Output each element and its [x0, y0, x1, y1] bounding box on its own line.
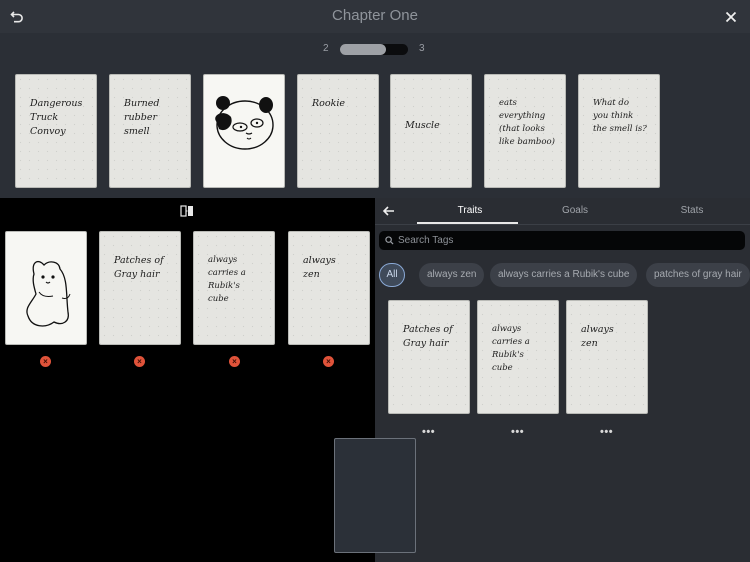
close-icon	[725, 11, 737, 23]
remove-icon: ×	[137, 356, 142, 366]
top-card[interactable]: Rookie	[297, 74, 379, 188]
tags-panel: Traits Goals Stats All always zen always…	[375, 198, 750, 562]
card-text: Muscle	[405, 120, 440, 131]
chip-gray-hair[interactable]: patches of gray hair	[646, 263, 750, 287]
card-text: What do you think the smell is?	[593, 98, 647, 134]
card-text: always zen	[303, 255, 336, 280]
selected-card[interactable]	[5, 231, 87, 345]
more-options-button[interactable]: •••	[511, 427, 524, 438]
selected-card[interactable]: Patches of Gray hair	[99, 231, 181, 345]
swap-icon[interactable]	[180, 205, 194, 217]
top-card[interactable]: eats everything (that looks like bamboo)	[484, 74, 566, 188]
pager-current: 2	[323, 43, 329, 54]
divider	[375, 224, 750, 225]
trait-card[interactable]: Patches of Gray hair	[388, 300, 470, 414]
tab-stats[interactable]: Stats	[647, 205, 737, 217]
title-bar: Chapter One	[0, 0, 750, 33]
panel-tabs: Traits Goals Stats	[375, 198, 750, 224]
trait-card[interactable]: always zen	[566, 300, 648, 414]
card-text: eats everything (that looks like bamboo)	[499, 98, 555, 147]
seal-drawing-icon	[26, 260, 71, 327]
top-card[interactable]: What do you think the smell is?	[578, 74, 660, 188]
chip-rubiks-cube[interactable]: always carries a Rubik's cube	[490, 263, 638, 287]
remove-card-button[interactable]: ×	[134, 356, 145, 367]
top-area: Chapter One 2 3 Dangerous Truck Convoy B…	[0, 0, 750, 198]
remove-icon: ×	[232, 356, 237, 366]
card-text: Rookie	[312, 98, 346, 109]
page-title: Chapter One	[332, 7, 418, 24]
more-options-button[interactable]: •••	[422, 427, 435, 438]
remove-card-button[interactable]: ×	[323, 356, 334, 367]
top-card[interactable]: Muscle	[390, 74, 472, 188]
remove-icon: ×	[326, 356, 331, 366]
tab-traits[interactable]: Traits	[422, 205, 518, 217]
close-button[interactable]	[720, 6, 742, 28]
card-text: always carries a Rubik's cube	[208, 255, 246, 304]
card-text: always zen	[581, 324, 614, 349]
remove-card-button[interactable]: ×	[229, 356, 240, 367]
selected-card[interactable]: always carries a Rubik's cube	[193, 231, 275, 345]
card-text: Patches of Gray hair	[114, 255, 164, 280]
top-card[interactable]: Dangerous Truck Convoy	[15, 74, 97, 188]
chip-all[interactable]: All	[379, 263, 405, 287]
tab-goals[interactable]: Goals	[530, 205, 620, 217]
search-input[interactable]	[398, 235, 728, 246]
chip-always-zen[interactable]: always zen	[419, 263, 485, 287]
dragged-card-slot[interactable]	[334, 438, 416, 553]
page-progress[interactable]: 2 3	[318, 42, 432, 56]
pager-fill	[340, 44, 386, 55]
arrow-left-icon[interactable]	[381, 203, 397, 219]
top-card[interactable]: Burned rubber smell	[109, 74, 191, 188]
selected-card[interactable]: always zen	[288, 231, 370, 345]
pager-track[interactable]	[340, 44, 408, 55]
card-text: always carries a Rubik's cube	[492, 324, 530, 373]
trait-card[interactable]: always carries a Rubik's cube	[477, 300, 559, 414]
card-text: Burned rubber smell	[124, 98, 160, 137]
more-options-button[interactable]: •••	[600, 427, 613, 438]
card-text: Patches of Gray hair	[403, 324, 453, 349]
top-card[interactable]	[203, 74, 285, 188]
panda-drawing-icon	[215, 96, 274, 150]
remove-icon: ×	[43, 356, 48, 366]
remove-card-button[interactable]: ×	[40, 356, 51, 367]
card-text: Dangerous Truck Convoy	[30, 98, 83, 137]
search-icon	[385, 236, 394, 245]
pager-next: 3	[419, 43, 425, 54]
search-bar[interactable]	[379, 231, 745, 250]
